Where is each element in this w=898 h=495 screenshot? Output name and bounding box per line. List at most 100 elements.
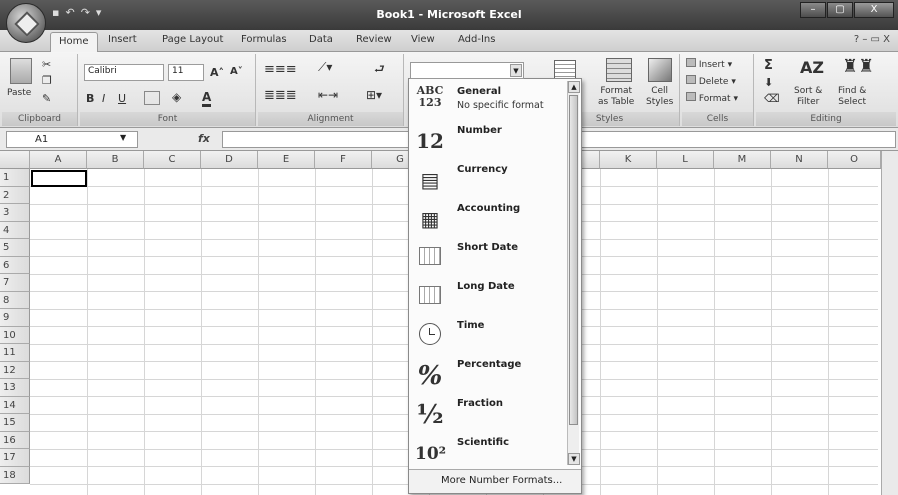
more-number-formats-link[interactable]: More Number Formats... (409, 469, 581, 493)
name-box-dropdown-icon[interactable]: ▼ (120, 133, 126, 142)
borders-icon[interactable] (144, 91, 160, 105)
row-header[interactable]: 13 (0, 379, 30, 397)
format-long-date[interactable]: Long Date (409, 276, 567, 315)
active-cell-a1[interactable] (31, 170, 87, 187)
fill-color-icon[interactable]: ◈ (172, 90, 181, 104)
format-fraction[interactable]: ½ Fraction (409, 393, 567, 432)
tab-home[interactable]: Home (50, 32, 98, 53)
column-header[interactable]: A (30, 151, 87, 169)
row-header[interactable]: 6 (0, 256, 30, 274)
font-color-button[interactable]: A (202, 90, 212, 107)
autosum-icon[interactable]: Σ (764, 58, 773, 73)
format-currency[interactable]: ▤ Currency (409, 159, 567, 198)
row-header[interactable]: 15 (0, 414, 30, 432)
format-accounting[interactable]: ▦ Accounting (409, 198, 567, 237)
merge-center-icon[interactable]: ⊞▾ (366, 88, 382, 102)
underline-button[interactable]: U (118, 92, 126, 105)
row-header[interactable]: 18 (0, 466, 30, 484)
row-header[interactable]: 10 (0, 326, 30, 344)
wrap-text-icon[interactable]: ⮐ (374, 60, 385, 81)
fill-icon[interactable]: ⬇ (764, 76, 773, 89)
row-header[interactable]: 9 (0, 309, 30, 327)
row-header[interactable]: 3 (0, 204, 30, 222)
scroll-thumb[interactable] (569, 95, 578, 425)
binoculars-icon[interactable]: ♜♜ (842, 56, 874, 77)
row-header[interactable]: 7 (0, 274, 30, 292)
font-name-select[interactable]: Calibri (84, 64, 164, 81)
scroll-up-icon[interactable]: ▲ (568, 81, 580, 93)
format-as-table-button[interactable]: Format as Table (598, 86, 634, 108)
format-percentage[interactable]: % Percentage (409, 354, 567, 393)
font-size-select[interactable]: 11 (168, 64, 204, 81)
close-button[interactable]: X (854, 2, 894, 18)
orientation-icon[interactable]: ⟋▾ (318, 60, 332, 75)
row-header[interactable]: 1 (0, 169, 30, 187)
bold-button[interactable]: B (86, 92, 94, 105)
format-time[interactable]: Time (409, 315, 567, 354)
column-header[interactable]: D (201, 151, 258, 169)
tab-view[interactable]: View (411, 34, 435, 45)
indent-icon[interactable]: ⇤⇥ (318, 88, 338, 102)
column-header[interactable]: N (771, 151, 828, 169)
tab-review[interactable]: Review (356, 34, 392, 45)
office-button[interactable] (6, 3, 46, 43)
format-number[interactable]: 12 Number (409, 120, 567, 159)
row-header[interactable]: 16 (0, 431, 30, 449)
tab-data[interactable]: Data (309, 34, 333, 45)
row-header[interactable]: 2 (0, 186, 30, 204)
column-header[interactable]: F (315, 151, 372, 169)
format-painter-icon[interactable]: ✎ (42, 92, 51, 105)
vertical-scrollbar[interactable] (881, 151, 898, 495)
column-header[interactable]: M (714, 151, 771, 169)
scroll-down-icon[interactable]: ▼ (568, 453, 580, 465)
cell-styles-button[interactable]: Cell Styles (646, 86, 673, 108)
number-format-dropdown-arrow[interactable]: ▼ (510, 64, 522, 77)
row-header[interactable]: 8 (0, 291, 30, 309)
paste-button[interactable]: Paste (7, 88, 31, 98)
sort-filter-button[interactable]: Sort & Filter (794, 86, 822, 108)
insert-function-icon[interactable]: fx (198, 132, 210, 145)
column-header[interactable]: L (657, 151, 714, 169)
delete-button[interactable]: Delete ▾ (686, 75, 736, 87)
help-icon[interactable]: ? – ▭ X (854, 34, 890, 45)
column-header[interactable]: C (144, 151, 201, 169)
dropdown-scrollbar[interactable]: ▲ ▼ (567, 81, 580, 465)
insert-button[interactable]: Insert ▾ (686, 58, 732, 70)
row-header[interactable]: 4 (0, 221, 30, 239)
maximize-button[interactable]: ▢ (827, 2, 853, 18)
row-header[interactable]: 12 (0, 361, 30, 379)
column-header[interactable]: K (600, 151, 657, 169)
row-header[interactable]: 11 (0, 344, 30, 362)
grow-font-button[interactable]: A˄ (210, 66, 224, 79)
align-left-icon[interactable]: ≣≣≣ (264, 88, 297, 103)
tab-formulas[interactable]: Formulas (241, 34, 287, 45)
column-header[interactable]: E (258, 151, 315, 169)
row-header[interactable]: 14 (0, 396, 30, 414)
format-as-table-icon[interactable] (606, 58, 632, 82)
row-header[interactable]: 17 (0, 449, 30, 467)
minimize-button[interactable]: – (800, 2, 826, 18)
paste-icon[interactable] (10, 58, 32, 84)
cell-styles-icon[interactable] (648, 58, 672, 82)
format-button[interactable]: Format ▾ (686, 92, 738, 104)
name-box[interactable]: A1 (6, 131, 138, 148)
format-short-date[interactable]: Short Date (409, 237, 567, 276)
sort-filter-icon[interactable]: AZ (800, 58, 824, 77)
copy-icon[interactable]: ❐ (42, 74, 52, 87)
format-scientific[interactable]: 10² Scientific (409, 432, 567, 471)
find-select-button[interactable]: Find & Select (838, 86, 866, 108)
shrink-font-button[interactable]: A˅ (230, 66, 243, 77)
align-top-icon[interactable]: ≡≡≡ (264, 62, 297, 77)
column-header[interactable]: O (828, 151, 881, 169)
tab-add-ins[interactable]: Add-Ins (458, 34, 495, 45)
tab-insert[interactable]: Insert (108, 34, 137, 45)
cut-icon[interactable]: ✂ (42, 58, 51, 71)
select-all-corner[interactable] (0, 151, 30, 169)
number-format-input[interactable] (410, 62, 524, 79)
column-header[interactable]: B (87, 151, 144, 169)
tab-page-layout[interactable]: Page Layout (162, 34, 223, 45)
format-general[interactable]: ABC 123 General No specific format (409, 81, 567, 120)
clear-icon[interactable]: ⌫ (764, 92, 780, 105)
row-header[interactable]: 5 (0, 239, 30, 257)
italic-button[interactable]: I (102, 92, 105, 105)
